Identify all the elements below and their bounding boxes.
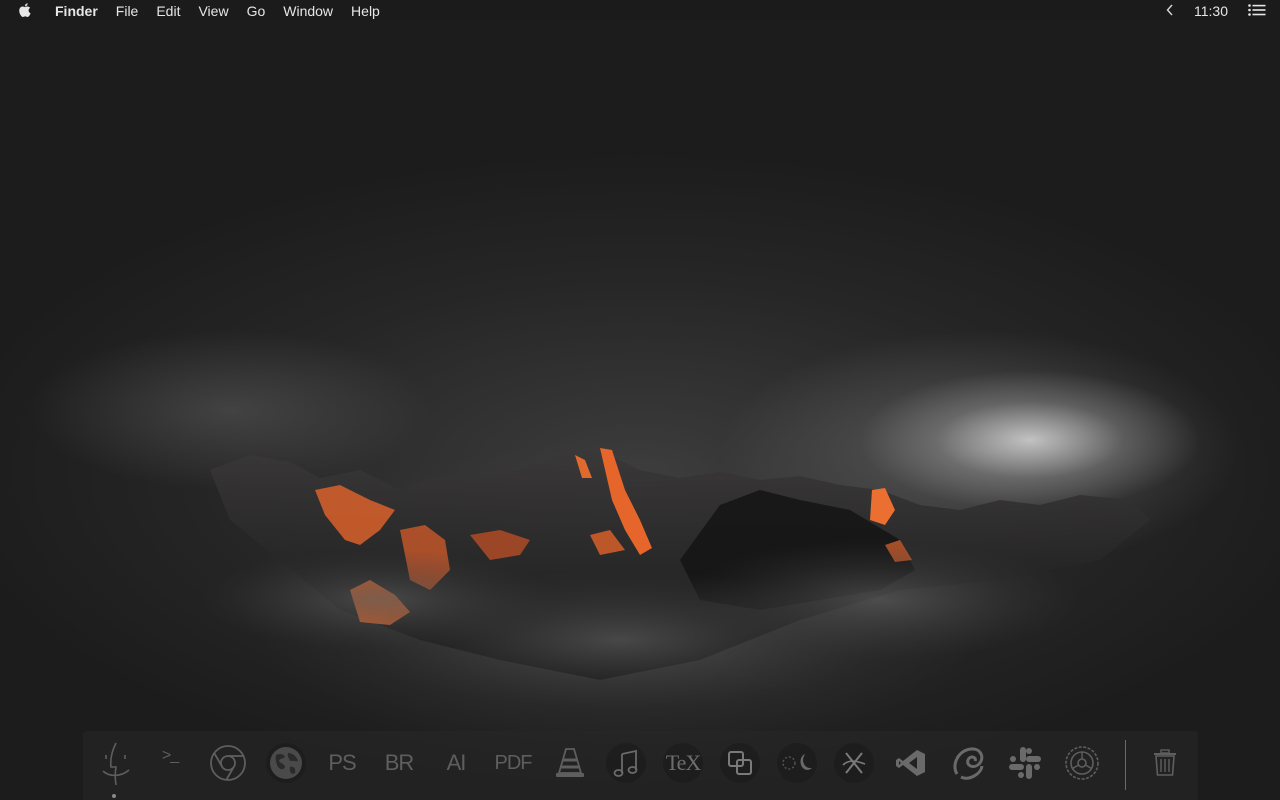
photoshop-icon: PS bbox=[328, 750, 356, 775]
dock-chrome[interactable] bbox=[208, 743, 248, 783]
dock-slack[interactable] bbox=[1005, 743, 1045, 783]
system-preferences-gear-icon bbox=[1064, 745, 1100, 781]
dock-illustrator[interactable]: AI bbox=[436, 743, 476, 783]
swirl-app-icon bbox=[949, 744, 987, 782]
desktop-wallpaper bbox=[0, 0, 1280, 800]
music-note-icon bbox=[612, 748, 640, 778]
dock: >_ PS BR AI PDF TeX bbox=[83, 731, 1198, 800]
dock-tex[interactable]: TeX bbox=[663, 743, 703, 783]
notification-center-button[interactable] bbox=[1236, 0, 1280, 22]
dock-terminal[interactable]: >_ bbox=[150, 743, 190, 783]
dock-visual-studio[interactable] bbox=[891, 743, 931, 783]
menu-file[interactable]: File bbox=[107, 0, 148, 22]
dock-swirl-app[interactable] bbox=[948, 743, 988, 783]
pdf-icon: PDF bbox=[494, 751, 533, 774]
dock-xcode[interactable] bbox=[834, 743, 874, 783]
trash-icon bbox=[1152, 749, 1178, 777]
dock-system-preferences[interactable] bbox=[1062, 743, 1102, 783]
finder-running-indicator bbox=[112, 794, 116, 798]
dock-music[interactable] bbox=[606, 743, 646, 783]
collapse-status-items-button[interactable] bbox=[1154, 0, 1186, 22]
dock-globe-app[interactable] bbox=[266, 743, 306, 783]
chevron-left-icon bbox=[1166, 3, 1174, 19]
app-menu-finder[interactable]: Finder bbox=[47, 0, 107, 22]
dock-vlc[interactable] bbox=[550, 743, 590, 783]
overlap-squares-icon bbox=[727, 750, 753, 776]
menubar-clock[interactable]: 11:30 bbox=[1186, 0, 1236, 22]
apple-logo-icon bbox=[18, 2, 33, 21]
dock-trash[interactable] bbox=[1145, 743, 1185, 783]
apple-menu[interactable] bbox=[0, 0, 47, 22]
slack-icon bbox=[1007, 745, 1043, 781]
dock-separator bbox=[1125, 740, 1126, 790]
vlc-cone-icon bbox=[554, 746, 586, 780]
chrome-icon bbox=[209, 744, 247, 782]
menu-go[interactable]: Go bbox=[238, 0, 275, 22]
dock-bridge[interactable]: BR bbox=[379, 743, 419, 783]
dock-finder[interactable] bbox=[95, 741, 135, 785]
globe-icon bbox=[268, 745, 304, 781]
wallpaper-mountain-art bbox=[200, 448, 1150, 710]
menu-edit[interactable]: Edit bbox=[147, 0, 189, 22]
bridge-icon: BR bbox=[384, 750, 415, 775]
menu-window[interactable]: Window bbox=[274, 0, 342, 22]
dock-acrobat[interactable]: PDF bbox=[493, 743, 533, 783]
illustrator-icon: AI bbox=[446, 750, 467, 775]
dock-night-shift[interactable] bbox=[777, 743, 817, 783]
dock-photoshop[interactable]: PS bbox=[322, 743, 362, 783]
night-shift-icon bbox=[781, 750, 813, 776]
visual-studio-icon bbox=[895, 748, 927, 778]
menu-help[interactable]: Help bbox=[342, 0, 389, 22]
dock-overlap-app[interactable] bbox=[720, 743, 760, 783]
terminal-icon: >_ bbox=[161, 747, 179, 764]
finder-icon bbox=[95, 741, 135, 785]
tex-icon: TeX bbox=[665, 750, 702, 775]
menu-view[interactable]: View bbox=[189, 0, 237, 22]
list-icon bbox=[1248, 3, 1266, 19]
menu-bar: Finder File Edit View Go Window Help 11:… bbox=[0, 0, 1280, 22]
xcode-icon bbox=[839, 749, 869, 777]
